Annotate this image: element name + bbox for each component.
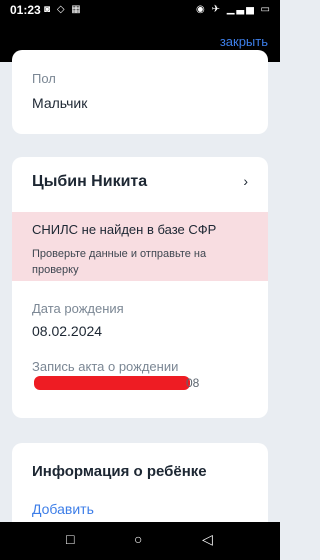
notification-icons: ◙ ◇ ▦ [44,4,83,15]
info-title: Информация о ребёнке [32,463,207,480]
birth-record-label: Запись акта о рождении [32,359,179,374]
gender-value: Мальчик [32,95,88,111]
back-icon[interactable]: ◁ [202,531,213,548]
chevron-right-icon[interactable]: › [243,173,248,189]
birth-record-tail: 08 [186,376,200,390]
child-name: Цыбин Никита [32,173,148,190]
gender-card: Пол Мальчик [12,50,268,134]
error-subtitle: Проверьте данные и отправьте на проверку [32,248,207,276]
child-card[interactable]: Цыбин Никита › СНИЛС не найден в базе СФ… [12,157,268,418]
navigation-bar: □ ○ ◁ [0,522,280,560]
gender-label: Пол [32,71,56,86]
add-button[interactable]: Добавить [32,501,94,517]
birth-date-label: Дата рождения [32,301,124,316]
snils-error-banner: СНИЛС не найден в базе СФР Проверьте дан… [12,212,268,281]
birth-date-value: 08.02.2024 [32,323,103,339]
status-time: 01:23 [10,3,41,17]
redaction-mark [34,376,190,390]
error-title: СНИЛС не найден в базе СФР [32,222,217,237]
recent-apps-icon[interactable]: □ [66,531,74,547]
close-button[interactable]: закрыть [220,34,268,49]
system-icons: ◉ ✈ ▁▃▅ ▭ [196,4,272,15]
home-icon[interactable]: ○ [134,531,142,547]
status-bar: 01:23 ◙ ◇ ▦ ◉ ✈ ▁▃▅ ▭ [0,0,280,22]
